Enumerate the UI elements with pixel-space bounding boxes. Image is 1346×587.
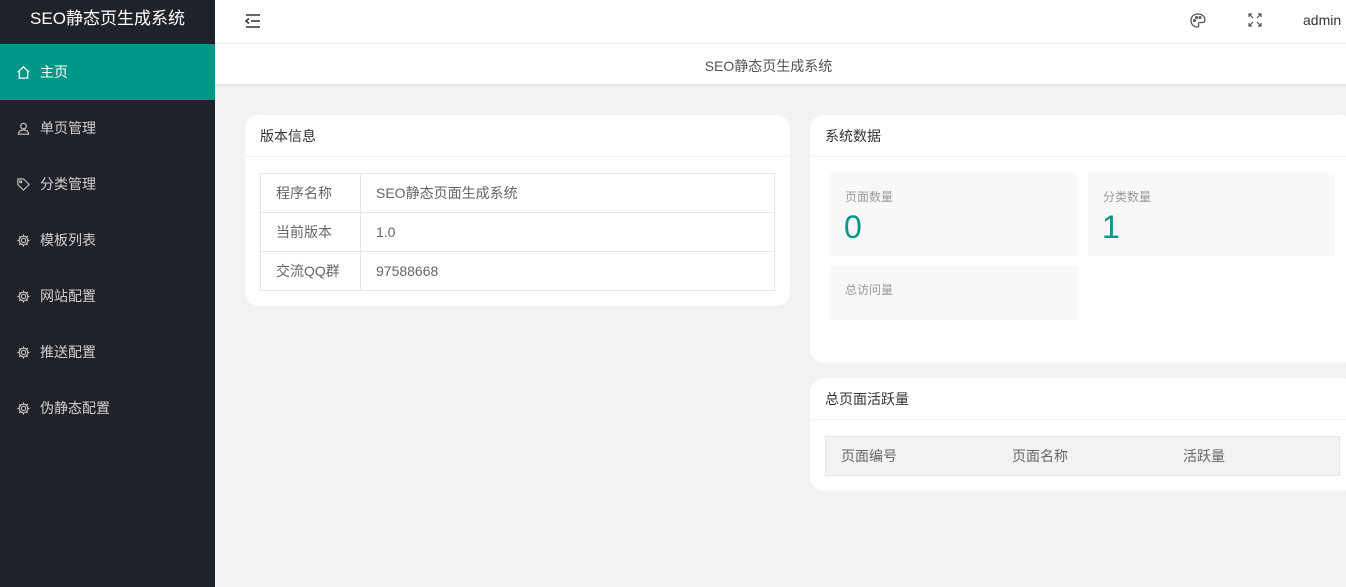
menu-toggle-icon[interactable] bbox=[243, 11, 263, 31]
column-header: 页面编号 bbox=[841, 448, 897, 464]
sidebar-item-label: 模板列表 bbox=[40, 232, 96, 248]
table-cell-key: 程序名称 bbox=[260, 173, 361, 213]
palette-icon[interactable] bbox=[1189, 12, 1207, 30]
card-title: 系统数据 bbox=[810, 115, 1346, 157]
user-menu[interactable]: admin bbox=[1303, 12, 1341, 28]
table-cell-value: SEO静态页面生成系统 bbox=[360, 173, 775, 213]
page-activity-card: 总页面活跃量 页面编号 页面名称 活跃量 bbox=[810, 378, 1346, 491]
stat-category-count[interactable]: 分类数量 1 bbox=[1088, 173, 1335, 256]
sidebar-item-templates[interactable]: 模板列表 bbox=[0, 212, 215, 268]
stat-label: 页面数量 bbox=[845, 190, 894, 204]
stat-total-visits[interactable]: 总访问量 bbox=[830, 266, 1078, 320]
user-icon bbox=[15, 120, 31, 136]
stat-page-count[interactable]: 页面数量 0 bbox=[830, 173, 1078, 256]
gear-icon bbox=[15, 400, 31, 416]
table-cell-key: 交流QQ群 bbox=[260, 251, 361, 291]
table-cell-key: 当前版本 bbox=[260, 212, 361, 252]
tab-bar: SEO静态页生成系统 bbox=[215, 44, 1346, 85]
sidebar-item-push-config[interactable]: 推送配置 bbox=[0, 324, 215, 380]
table-row: 当前版本 1.0 bbox=[260, 212, 775, 252]
version-info-table: 程序名称 SEO静态页面生成系统 当前版本 1.0 交流QQ群 97588668 bbox=[260, 173, 775, 291]
sidebar-item-label: 伪静态配置 bbox=[40, 400, 110, 416]
app-logo-title[interactable]: SEO静态页生成系统 bbox=[0, 0, 215, 44]
version-info-card: 版本信息 程序名称 SEO静态页面生成系统 当前版本 1.0 交流QQ群 975… bbox=[245, 115, 790, 306]
sidebar: SEO静态页生成系统 主页 单页管理 分类管理 模板列表 网站配置 推送配置 伪… bbox=[0, 0, 215, 587]
table-cell-value: 97588668 bbox=[360, 251, 775, 291]
table-cell-value: 1.0 bbox=[360, 212, 775, 252]
sidebar-item-pages[interactable]: 单页管理 bbox=[0, 100, 215, 156]
stat-value: 1 bbox=[1102, 209, 1120, 245]
sidebar-item-site-config[interactable]: 网站配置 bbox=[0, 268, 215, 324]
gear-icon bbox=[15, 288, 31, 304]
sidebar-item-label: 分类管理 bbox=[40, 176, 96, 192]
sidebar-item-label: 推送配置 bbox=[40, 344, 96, 360]
stat-value: 0 bbox=[844, 209, 862, 245]
gear-icon bbox=[15, 344, 31, 360]
sidebar-item-label: 网站配置 bbox=[40, 288, 96, 304]
sidebar-item-categories[interactable]: 分类管理 bbox=[0, 156, 215, 212]
stat-label: 总访问量 bbox=[845, 283, 894, 297]
sidebar-item-rewrite-config[interactable]: 伪静态配置 bbox=[0, 380, 215, 436]
home-icon bbox=[15, 64, 31, 80]
card-title: 总页面活跃量 bbox=[810, 378, 1346, 420]
sidebar-item-label: 单页管理 bbox=[40, 120, 96, 136]
sidebar-item-home[interactable]: 主页 bbox=[0, 44, 215, 100]
tag-icon bbox=[15, 176, 31, 192]
card-title: 版本信息 bbox=[245, 115, 790, 157]
system-data-card: 系统数据 页面数量 0 分类数量 1 总访问量 bbox=[810, 115, 1346, 363]
table-row: 交流QQ群 97588668 bbox=[260, 251, 775, 291]
column-header: 页面名称 bbox=[1012, 448, 1068, 464]
top-header: admin bbox=[215, 0, 1346, 44]
gear-icon bbox=[15, 232, 31, 248]
table-row: 程序名称 SEO静态页面生成系统 bbox=[260, 173, 775, 213]
column-header: 活跃量 bbox=[1183, 448, 1225, 464]
fullscreen-icon[interactable] bbox=[1247, 12, 1263, 28]
activity-table-header: 页面编号 页面名称 活跃量 bbox=[825, 436, 1340, 476]
stat-label: 分类数量 bbox=[1103, 190, 1152, 204]
tab-home[interactable]: SEO静态页生成系统 bbox=[215, 56, 1322, 76]
sidebar-item-label: 主页 bbox=[40, 64, 68, 80]
